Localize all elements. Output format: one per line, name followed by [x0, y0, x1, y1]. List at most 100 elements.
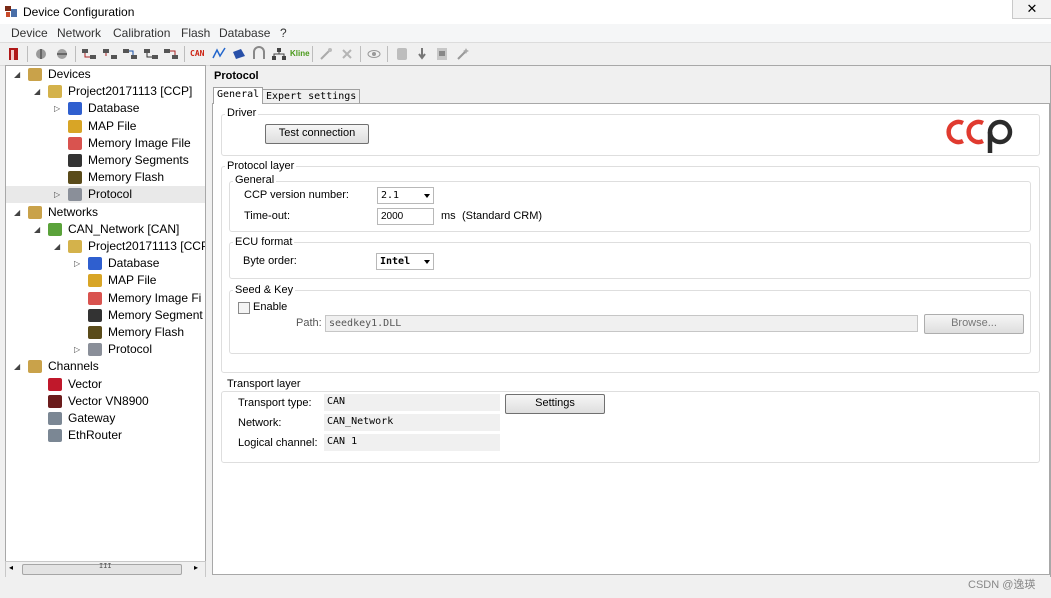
collapsed-arrow-icon[interactable]: ▷ [74, 346, 82, 354]
tree-node-label: Memory Flash [108, 325, 185, 339]
memory-segments-icon [88, 308, 102, 322]
ethernet-icon[interactable] [251, 46, 267, 62]
map-file-icon [88, 274, 102, 288]
menu-device[interactable]: Device [11, 26, 48, 40]
memory-segments-icon [68, 154, 82, 167]
no-arrow [54, 157, 62, 165]
back-icon[interactable] [163, 46, 179, 62]
seed-key-label: Seed & Key [233, 284, 296, 296]
network-label: Network: [238, 417, 282, 429]
tree-node-label: Vector VN8900 [68, 393, 149, 408]
collapsed-arrow-icon[interactable]: ▷ [74, 260, 82, 268]
collapsed-arrow-icon[interactable]: ▷ [54, 191, 62, 199]
tree-node-label: Channels [48, 359, 99, 374]
vector-icon [48, 377, 62, 391]
add-device-icon[interactable] [33, 46, 49, 62]
no-arrow [34, 381, 42, 389]
delete-icon[interactable] [339, 46, 355, 62]
grip-icon: III [99, 562, 112, 570]
test-connection-button[interactable]: Test connection [265, 124, 369, 144]
enable-label: Enable [253, 301, 288, 313]
connect-icon[interactable] [81, 46, 97, 62]
no-arrow [34, 415, 42, 423]
tab-general[interactable]: General [213, 87, 264, 104]
no-arrow [54, 174, 62, 182]
disconnect-icon[interactable] [102, 46, 118, 62]
tree-horizontal-scrollbar[interactable]: ◂ III ▸ [5, 561, 206, 578]
window-title: Device Configuration [23, 5, 135, 19]
expanded-arrow-icon[interactable]: ◢ [14, 71, 22, 79]
tree-node-label: Memory Image File [88, 135, 191, 150]
no-arrow [54, 123, 62, 131]
tree-node-label: Memory Segment [108, 307, 203, 322]
remove-device-icon[interactable] [54, 46, 70, 62]
byte-order-value: Intel [380, 256, 411, 267]
tree-node-label: Devices [48, 67, 91, 81]
ccp-version-select[interactable]: 2.1 [377, 187, 434, 204]
tree-node-label: Vector [68, 376, 103, 391]
enable-checkbox[interactable] [238, 302, 250, 314]
tree-node-label: Project20171113 [CCP [88, 239, 206, 253]
memory-image-icon [68, 136, 82, 150]
transport-layer-label: Transport layer [225, 378, 303, 390]
no-arrow [34, 432, 42, 440]
flexray-icon[interactable] [231, 46, 247, 62]
tool-icon[interactable] [318, 46, 334, 62]
kline-icon[interactable]: Kline [290, 46, 310, 62]
forward-icon[interactable] [143, 46, 159, 62]
pdf-icon[interactable] [434, 46, 450, 62]
menu-database[interactable]: Database [219, 26, 270, 40]
browse-button[interactable]: Browse... [924, 314, 1024, 334]
can-icon[interactable]: CAN [190, 46, 210, 62]
settings-button[interactable]: Settings [505, 394, 605, 414]
device-tree[interactable]: ◢ Devices ◢ Project20171113 [CCP] ▷ Database M… [5, 65, 206, 562]
networks-folder-icon [28, 205, 42, 219]
scroll-left-icon[interactable]: ◂ [9, 563, 13, 572]
tree-node-label: Memory Image Fi [108, 290, 202, 305]
tree-node-label: Project20171113 [CCP] [68, 84, 193, 99]
network-icon[interactable] [271, 46, 287, 62]
menu-flash[interactable]: Flash [181, 26, 210, 40]
tree-node-label: Gateway [68, 411, 116, 425]
device-config-app-icon [5, 6, 17, 17]
tree-node-label: MAP File [108, 273, 157, 288]
tab-content: Driver Test connection Protocol layer Ge… [212, 103, 1050, 575]
menu-help[interactable]: ? [280, 26, 287, 40]
transport-type-value: CAN [324, 394, 500, 411]
memory-flash-icon [68, 171, 82, 185]
expanded-arrow-icon[interactable]: ◢ [54, 243, 62, 251]
chevron-down-icon [424, 194, 430, 198]
ccp-logo [946, 119, 1013, 153]
swap-icon[interactable] [122, 46, 138, 62]
menu-calibration[interactable]: Calibration [113, 26, 170, 40]
byte-order-select[interactable]: Intel [376, 253, 434, 270]
timeout-input[interactable]: 2000 [377, 208, 434, 225]
close-button[interactable]: ✕ [1012, 0, 1051, 19]
tree-node-label: MAP File [88, 118, 137, 133]
tree-node-label: EthRouter [68, 428, 123, 443]
memory-image-icon [88, 291, 102, 305]
no-arrow [74, 295, 82, 303]
exit-icon[interactable] [6, 46, 22, 62]
no-arrow [74, 329, 82, 337]
database-icon[interactable] [394, 46, 410, 62]
expanded-arrow-icon[interactable]: ◢ [34, 88, 42, 96]
title-bar: Device Configuration ✕ [0, 0, 1051, 24]
wizard-icon[interactable] [455, 46, 471, 62]
close-icon: ✕ [1026, 1, 1038, 16]
path-input[interactable]: seedkey1.DLL [325, 315, 918, 332]
scrollbar-thumb[interactable]: III [22, 562, 182, 575]
general-label: General [233, 174, 277, 186]
collapsed-arrow-icon[interactable]: ▷ [54, 105, 62, 113]
expanded-arrow-icon[interactable]: ◢ [14, 363, 22, 371]
expanded-arrow-icon[interactable]: ◢ [14, 208, 22, 217]
tree-node-label: Database [88, 101, 140, 116]
down-arrow-icon[interactable] [414, 46, 430, 62]
scroll-right-icon[interactable]: ▸ [194, 563, 198, 572]
expanded-arrow-icon[interactable]: ◢ [34, 225, 42, 234]
lin-icon[interactable] [211, 46, 227, 62]
eye-icon[interactable] [366, 46, 382, 62]
menu-network[interactable]: Network [57, 26, 101, 40]
gateway-icon [48, 412, 62, 425]
ecu-format-label: ECU format [233, 236, 295, 248]
